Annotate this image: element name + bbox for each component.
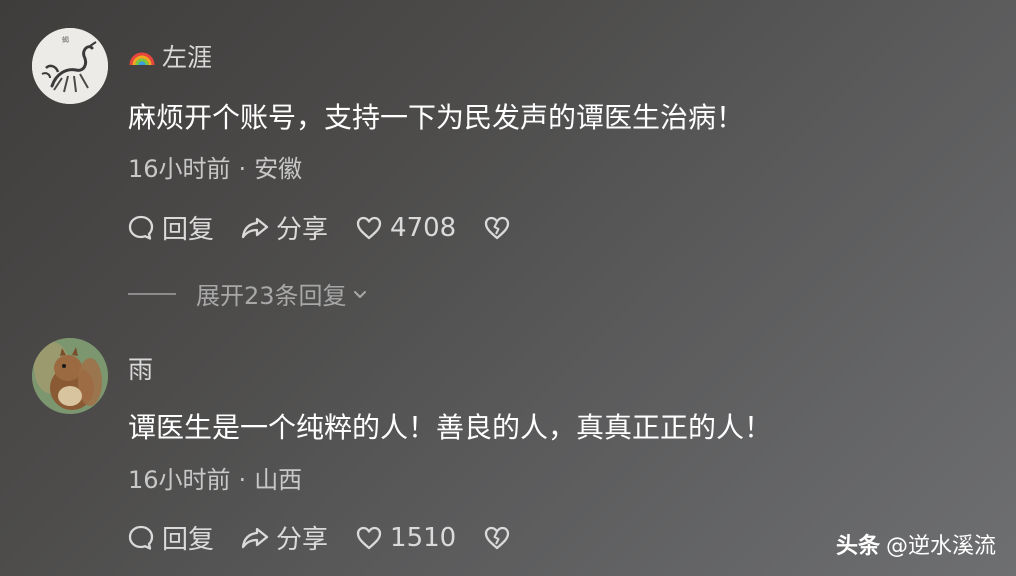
username[interactable]: 左涯 xyxy=(128,38,212,74)
location: 安徽 xyxy=(254,155,303,183)
comment-text: 谭医生是一个纯粹的人！善良的人，真真正正的人！ xyxy=(128,411,773,444)
squirrel-photo-icon xyxy=(32,338,108,414)
username-text: 雨 xyxy=(128,355,154,384)
share-icon xyxy=(241,527,269,548)
heart-icon xyxy=(356,526,382,549)
comment-meta: 16小时前 · 安徽 xyxy=(128,149,302,184)
timestamp: 16小时前 xyxy=(128,466,231,494)
broken-heart-icon xyxy=(485,526,510,549)
reply-label: 回复 xyxy=(162,215,215,245)
share-label: 分享 xyxy=(276,215,329,245)
location: 山西 xyxy=(254,466,303,494)
like-count: 1510 xyxy=(390,522,457,553)
share-button[interactable]: 分享 xyxy=(240,519,328,556)
username-text: 左涯 xyxy=(162,43,213,72)
share-icon xyxy=(241,217,269,238)
username[interactable]: 雨 xyxy=(128,350,153,386)
timestamp: 16小时前 xyxy=(128,155,231,183)
avatar[interactable]: 蝎 xyxy=(32,28,108,104)
avatar[interactable] xyxy=(32,338,108,414)
comment-actions: 回复 分享 4708 xyxy=(126,209,538,246)
svg-text:蝎: 蝎 xyxy=(62,35,69,44)
chevron-down-icon xyxy=(353,290,366,298)
dislike-button[interactable] xyxy=(482,523,512,553)
heart-icon xyxy=(356,216,382,239)
comment-icon xyxy=(128,525,154,550)
share-button[interactable]: 分享 xyxy=(240,209,328,246)
scorpion-sketch-icon: 蝎 xyxy=(32,28,108,104)
reply-label: 回复 xyxy=(162,525,215,555)
like-count: 4708 xyxy=(390,212,457,243)
dislike-button[interactable] xyxy=(482,213,512,243)
separator: · xyxy=(238,466,247,494)
expand-replies-label: 展开23条回复 xyxy=(196,282,347,310)
expand-replies-button[interactable]: 展开23条回复 xyxy=(128,276,369,311)
watermark: 头条 @逆水溪流 xyxy=(836,528,996,560)
comment-meta: 16小时前 · 山西 xyxy=(128,460,302,495)
reply-button[interactable]: 回复 xyxy=(126,519,214,556)
comment-actions: 回复 分享 1510 xyxy=(126,519,538,556)
share-label: 分享 xyxy=(276,525,329,555)
divider xyxy=(128,292,176,295)
comment-icon xyxy=(128,215,154,240)
like-button[interactable]: 1510 xyxy=(354,523,456,553)
separator: · xyxy=(238,155,247,183)
watermark-brand: 头条 xyxy=(835,534,880,559)
watermark-handle: @逆水溪流 xyxy=(885,534,996,559)
like-button[interactable]: 4708 xyxy=(354,213,456,243)
comment-item: 蝎 左涯 麻烦开个账号，支持一下为民发声的谭医生治病！ 16小时前 · 安徽 回复 … xyxy=(0,0,1016,330)
comment-text: 麻烦开个账号，支持一下为民发声的谭医生治病！ xyxy=(128,101,745,134)
broken-heart-icon xyxy=(485,216,510,239)
reply-button[interactable]: 回复 xyxy=(126,209,214,246)
rainbow-icon xyxy=(129,52,155,66)
